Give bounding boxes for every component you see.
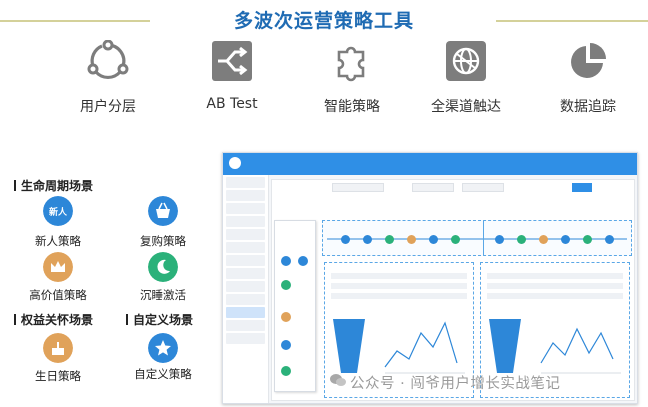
wechat-icon bbox=[330, 374, 346, 386]
star-icon[interactable] bbox=[148, 333, 178, 363]
sidebar-item[interactable] bbox=[226, 294, 265, 305]
section-lifecycle: 生命周期场景 bbox=[14, 177, 93, 194]
svg-text:新人: 新人 bbox=[49, 206, 68, 218]
sidebar-item[interactable] bbox=[226, 242, 265, 253]
flow-node[interactable] bbox=[539, 235, 548, 244]
platform-logo bbox=[229, 157, 241, 169]
strategy-new-user[interactable]: 新人策略 bbox=[18, 233, 98, 249]
platform-sidebar bbox=[223, 175, 269, 403]
page-title: 多波次运营策略工具 bbox=[233, 10, 414, 32]
watermark-text: 公众号 · 闯爷用户增长实战笔记 bbox=[350, 376, 561, 392]
pie-chart-icon bbox=[571, 43, 606, 78]
section-label: 生命周期场景 bbox=[21, 179, 94, 193]
user-segmentation-icon bbox=[87, 40, 129, 79]
sidebar-item[interactable] bbox=[226, 203, 265, 214]
sidebar-item[interactable] bbox=[226, 268, 265, 279]
basket-icon[interactable] bbox=[148, 196, 178, 226]
feature-user-segmentation: 用户分层 bbox=[58, 40, 158, 116]
filter-select[interactable] bbox=[412, 183, 454, 192]
flow-canvas bbox=[322, 220, 632, 256]
flow-node[interactable] bbox=[429, 235, 438, 244]
feature-label: 智能策略 bbox=[324, 99, 380, 115]
new-user-icon[interactable]: 新人 bbox=[43, 196, 73, 226]
sidebar-item[interactable] bbox=[226, 190, 265, 201]
crown-icon[interactable] bbox=[43, 252, 73, 282]
filter-input[interactable] bbox=[332, 183, 384, 192]
strategy-birthday[interactable]: 生日策略 bbox=[18, 368, 98, 384]
ab-test-icon bbox=[212, 41, 252, 81]
feature-label: 数据追踪 bbox=[560, 99, 616, 115]
platform-top-bar bbox=[223, 153, 637, 175]
filter-select[interactable] bbox=[462, 183, 504, 192]
sidebar-item[interactable] bbox=[226, 255, 265, 266]
platform-main bbox=[271, 179, 635, 401]
feature-label: AB Test bbox=[206, 96, 258, 112]
section-benefit: 权益关怀场景 bbox=[14, 311, 93, 328]
section-label: 权益关怀场景 bbox=[21, 313, 94, 327]
component-panel bbox=[274, 220, 316, 392]
moon-icon[interactable] bbox=[148, 252, 178, 282]
flow-node[interactable] bbox=[341, 235, 350, 244]
cake-icon[interactable] bbox=[43, 333, 73, 363]
search-button[interactable] bbox=[572, 183, 592, 192]
section-label: 自定义场景 bbox=[133, 313, 194, 327]
component-icons bbox=[281, 256, 308, 376]
feature-omnichannel: 全渠道触达 bbox=[416, 40, 516, 116]
strategy-high-value[interactable]: 高价值策略 bbox=[18, 287, 98, 303]
flow-node[interactable] bbox=[495, 235, 504, 244]
section-bar bbox=[14, 314, 16, 325]
section-bar bbox=[14, 180, 16, 191]
flow-node[interactable] bbox=[605, 235, 614, 244]
sidebar-item[interactable] bbox=[226, 281, 265, 292]
sidebar-item[interactable] bbox=[226, 320, 265, 331]
sidebar-item[interactable] bbox=[226, 229, 265, 240]
feature-label: 用户分层 bbox=[80, 99, 136, 115]
flow-node[interactable] bbox=[363, 235, 372, 244]
feature-label: 全渠道触达 bbox=[431, 99, 501, 115]
omnichannel-icon bbox=[446, 41, 486, 81]
flow-node[interactable] bbox=[517, 235, 526, 244]
strategy-custom[interactable]: 自定义策略 bbox=[123, 366, 203, 382]
sidebar-item[interactable] bbox=[226, 177, 265, 188]
flow-node[interactable] bbox=[561, 235, 570, 244]
feature-ab-test: AB Test bbox=[182, 40, 282, 112]
flow-node[interactable] bbox=[385, 235, 394, 244]
strategy-dormant[interactable]: 沉睡激活 bbox=[123, 287, 203, 303]
feature-data-tracking: 数据追踪 bbox=[538, 40, 638, 116]
feature-smart-strategy: 智能策略 bbox=[302, 40, 402, 116]
flow-node[interactable] bbox=[451, 235, 460, 244]
sidebar-item[interactable] bbox=[226, 333, 265, 344]
sidebar-item-active[interactable] bbox=[226, 307, 265, 318]
sidebar-item[interactable] bbox=[226, 216, 265, 227]
flow-node[interactable] bbox=[407, 235, 416, 244]
platform-screenshot bbox=[222, 152, 638, 404]
section-custom: 自定义场景 bbox=[126, 311, 193, 328]
section-bar bbox=[126, 314, 128, 325]
strategy-repurchase[interactable]: 复购策略 bbox=[123, 233, 203, 249]
flow-node[interactable] bbox=[583, 235, 592, 244]
puzzle-icon bbox=[337, 46, 365, 82]
